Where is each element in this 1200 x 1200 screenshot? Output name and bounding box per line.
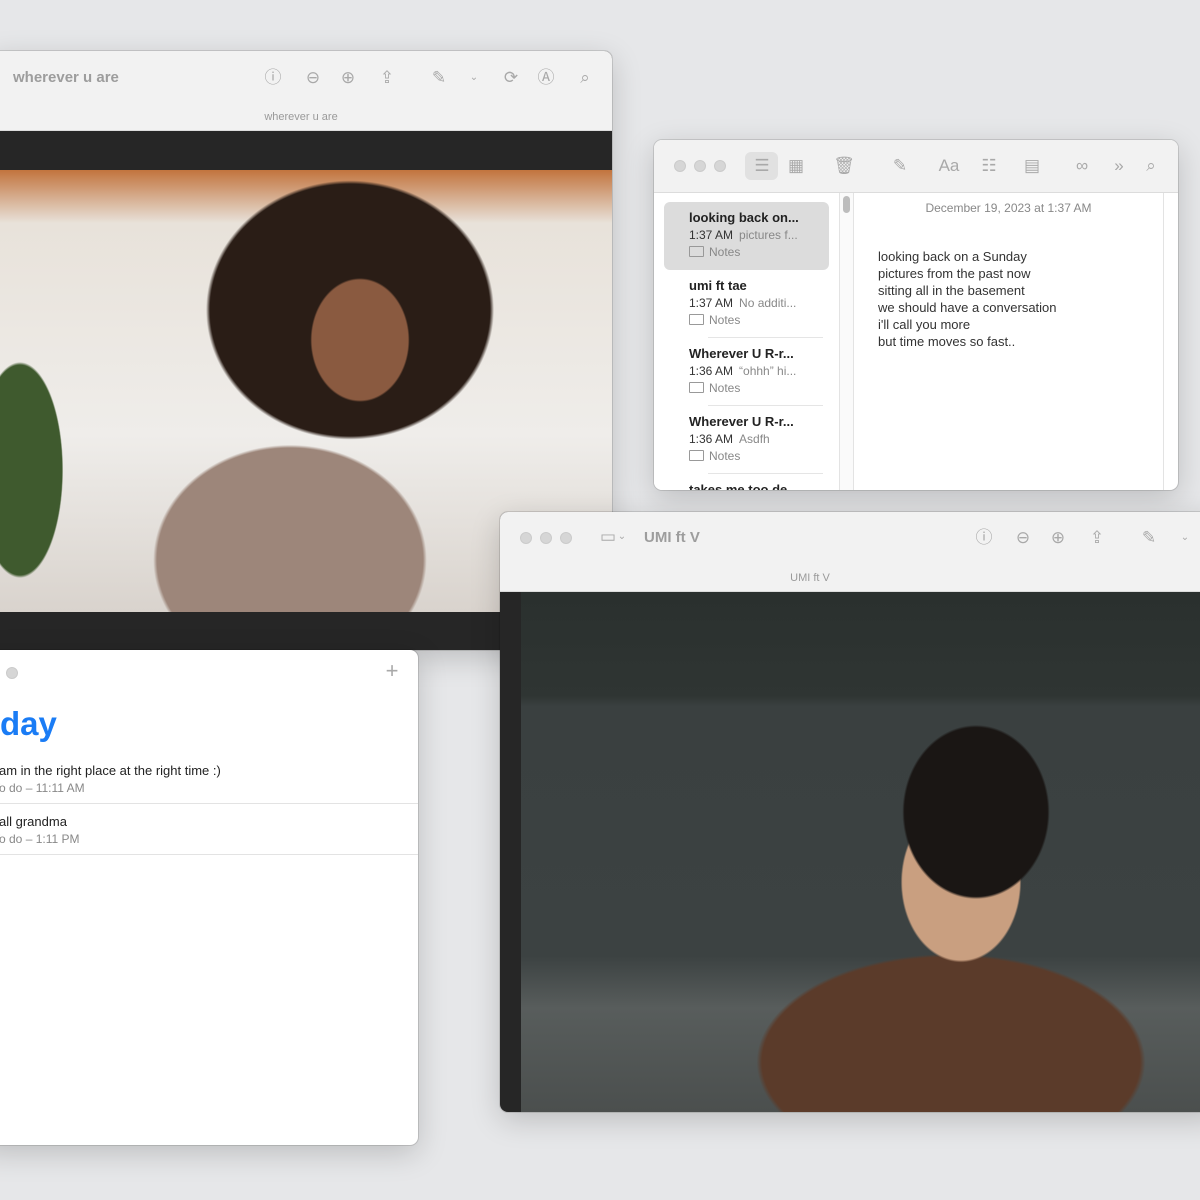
note-preview: No additi...: [739, 296, 797, 310]
note-title: umi ft tae: [689, 278, 747, 293]
note-time: 1:36 AM: [689, 364, 734, 378]
note-body[interactable]: looking back on a Sunday pictures from t…: [878, 248, 1057, 350]
note-title: takes me too de...: [689, 482, 799, 490]
markup-pen-icon[interactable]: ✎: [428, 68, 450, 88]
list-title: day: [0, 705, 57, 742]
close-button[interactable]: [520, 532, 532, 544]
info-icon[interactable]: ⓘ: [262, 68, 284, 88]
note-line: we should have a conversation: [878, 300, 1057, 315]
note-title: looking back on...: [689, 210, 799, 225]
note-line: but time moves so fast..: [878, 334, 1016, 349]
table-icon[interactable]: ▤: [1021, 156, 1043, 176]
note-time: 1:36 AM: [689, 432, 734, 446]
search-icon[interactable]: ⌕: [574, 68, 596, 88]
note-editor[interactable]: December 19, 2023 at 1:37 AM looking bac…: [854, 193, 1164, 490]
chevron-down-icon[interactable]: ⌄: [1174, 528, 1196, 548]
chevron-down-icon[interactable]: ⌄: [616, 527, 628, 547]
notes-list: looking back on... 1:37 AM pictures f... …: [654, 193, 840, 490]
note-folder: Notes: [689, 245, 829, 259]
window-subtitle: wherever u are: [264, 111, 338, 123]
reminder-subtitle: To do – 11:11 AM: [0, 781, 85, 795]
minimize-button[interactable]: [540, 532, 552, 544]
note-title: Wherever U R-r...: [689, 346, 794, 361]
window-title: wherever u are: [13, 69, 119, 86]
note-preview: pictures f...: [739, 228, 798, 242]
rotate-icon[interactable]: ⟳: [500, 68, 522, 88]
note-date: December 19, 2023 at 1:37 AM: [925, 201, 1092, 215]
collaborate-icon[interactable]: ∞: [1071, 156, 1093, 176]
zoom-out-icon[interactable]: ⊖: [302, 68, 324, 88]
annotate-icon[interactable]: Ⓐ: [535, 68, 557, 88]
note-preview: Asdfh: [739, 432, 770, 446]
window-button[interactable]: [6, 667, 18, 679]
photo-man-hand-on-face: [521, 592, 1200, 1112]
note-item[interactable]: takes me too de...: [664, 474, 829, 490]
share-icon[interactable]: ⇪: [1086, 528, 1108, 548]
toolbar: ▭ ⌄ UMI ft V ⓘ ⊖ ⊕ ⇪ ✎ ⌄ UMI ft V: [500, 512, 1200, 592]
note-folder: Notes: [689, 449, 829, 463]
zoom-button[interactable]: [560, 532, 572, 544]
notes-window: ☰ ▦ 🗑 ✎ Aa ☷ ▤ ∞ » ⌕ looking back on... …: [654, 140, 1178, 490]
reminder-item[interactable]: all grandma To do – 1:11 PM: [0, 804, 418, 855]
scrollbar-thumb[interactable]: [843, 196, 850, 213]
reminders-window: + day am in the right place at the right…: [0, 650, 418, 1145]
window-subtitle: UMI ft V: [790, 572, 830, 584]
toolbar: ☰ ▦ 🗑 ✎ Aa ☷ ▤ ∞ » ⌕: [654, 140, 1178, 193]
add-icon[interactable]: +: [381, 660, 403, 682]
note-folder: Notes: [689, 313, 829, 327]
zoom-in-icon[interactable]: ⊕: [337, 68, 359, 88]
info-icon[interactable]: ⓘ: [973, 528, 995, 548]
preview-window-umi-ft-v: ▭ ⌄ UMI ft V ⓘ ⊖ ⊕ ⇪ ✎ ⌄ UMI ft V: [500, 512, 1200, 1112]
search-icon[interactable]: ⌕: [1140, 156, 1162, 176]
note-time: 1:37 AM: [689, 296, 734, 310]
note-item[interactable]: Wherever U R-r... 1:36 AM “ohhh” hi... No…: [664, 338, 829, 406]
note-item[interactable]: looking back on... 1:37 AM pictures f... …: [664, 202, 829, 270]
note-line: looking back on a Sunday: [878, 249, 1027, 264]
window-title: UMI ft V: [644, 529, 700, 546]
note-line: i'll call you more: [878, 317, 971, 332]
note-title: Wherever U R-r...: [689, 414, 794, 429]
reminder-text: all grandma: [0, 814, 67, 829]
note-preview: “ohhh” hi...: [739, 364, 797, 378]
markup-pen-icon[interactable]: ✎: [1138, 528, 1160, 548]
note-item[interactable]: umi ft tae 1:37 AM No additi... Notes: [664, 270, 829, 338]
zoom-out-icon[interactable]: ⊖: [1012, 528, 1034, 548]
more-chevrons-icon[interactable]: »: [1108, 156, 1130, 176]
compose-icon[interactable]: ✎: [889, 156, 911, 176]
share-icon[interactable]: ⇪: [376, 68, 398, 88]
trash-icon[interactable]: 🗑: [833, 156, 855, 176]
zoom-in-icon[interactable]: ⊕: [1047, 528, 1069, 548]
list-view-icon[interactable]: ☰: [751, 156, 773, 176]
note-item[interactable]: Wherever U R-r... 1:36 AM Asdfh Notes: [664, 406, 829, 474]
reminder-subtitle: To do – 1:11 PM: [0, 832, 80, 846]
close-button[interactable]: [674, 160, 686, 172]
toolbar: wherever u are ⓘ ⊖ ⊕ ⇪ ✎ ⌄ ⟳ Ⓐ ⌕ whereve…: [0, 51, 612, 131]
chevron-down-icon[interactable]: ⌄: [463, 68, 485, 88]
scrollbar[interactable]: [840, 193, 854, 490]
reminder-text: am in the right place at the right time …: [0, 763, 221, 778]
note-line: pictures from the past now: [878, 266, 1031, 281]
note-line: sitting all in the basement: [878, 283, 1025, 298]
checklist-icon[interactable]: ☷: [978, 156, 1000, 176]
gallery-view-icon[interactable]: ▦: [785, 156, 807, 176]
format-text-icon[interactable]: Aa: [934, 156, 964, 176]
note-folder: Notes: [689, 381, 829, 395]
zoom-button[interactable]: [714, 160, 726, 172]
note-time: 1:37 AM: [689, 228, 734, 242]
minimize-button[interactable]: [694, 160, 706, 172]
reminder-item[interactable]: am in the right place at the right time …: [0, 753, 418, 804]
